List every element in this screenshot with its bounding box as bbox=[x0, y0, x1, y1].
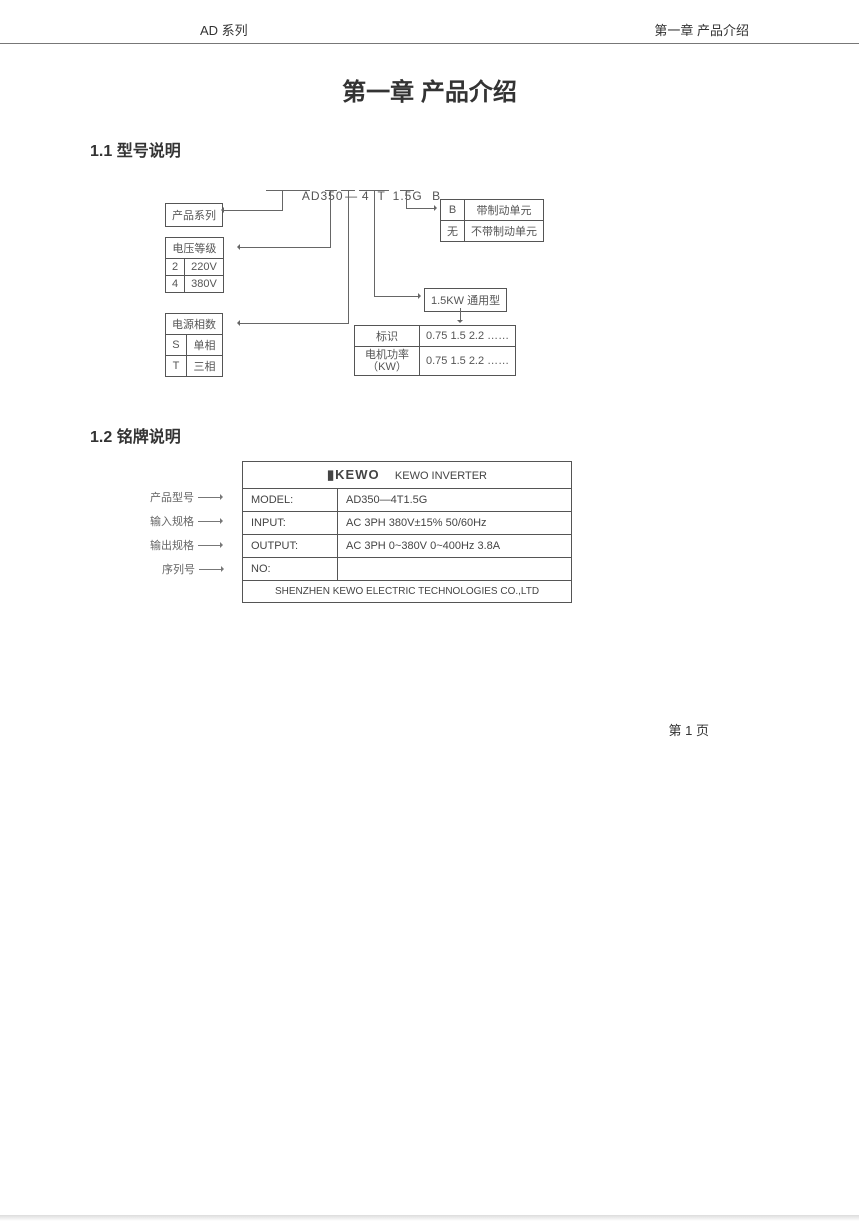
usage-hline bbox=[374, 296, 420, 297]
np-label-output: 输出规格 bbox=[150, 537, 194, 553]
np-company: SHENZHEN KEWO ELECTRIC TECHNOLOGIES CO.,… bbox=[243, 581, 572, 603]
np-input-v: AC 3PH 380V±15% 50/60Hz bbox=[338, 512, 572, 535]
volt-code-4: 4 bbox=[166, 276, 185, 293]
mark-values: 0.75 1.5 2.2 …… bbox=[420, 326, 516, 347]
np-output-l: OUTPUT: bbox=[243, 535, 338, 558]
brake-desc-b: 带制动单元 bbox=[465, 200, 544, 221]
phase-single: 单相 bbox=[186, 335, 222, 356]
np-label-model: 产品型号 bbox=[150, 489, 194, 505]
np-model-v: AD350—4T1.5G bbox=[338, 489, 572, 512]
motor-power-label: 电机功率（KW） bbox=[355, 347, 420, 376]
brake-hline bbox=[406, 208, 436, 209]
arrow-icon bbox=[198, 545, 222, 546]
np-output-v: AC 3PH 0~380V 0~400Hz 3.8A bbox=[338, 535, 572, 558]
brake-desc-none: 不带制动单元 bbox=[465, 221, 544, 242]
volt-hline bbox=[238, 247, 330, 248]
nameplate-table: ▮KEWO KEWO INVERTER MODEL:AD350—4T1.5G I… bbox=[242, 461, 572, 603]
np-no-l: NO: bbox=[243, 558, 338, 581]
code-phase: T bbox=[373, 189, 391, 203]
phase-code-s: S bbox=[166, 335, 187, 356]
phase-hline bbox=[238, 323, 348, 324]
phase-vline bbox=[348, 190, 349, 324]
phase-three: 三相 bbox=[186, 356, 222, 377]
np-label-input: 输入规格 bbox=[150, 513, 194, 529]
chapter-title: 第一章 产品介绍 bbox=[90, 72, 769, 107]
series-vline bbox=[282, 190, 283, 211]
mark-label: 标识 bbox=[355, 326, 420, 347]
section-1-title: 1.1 型号说明 bbox=[90, 137, 769, 161]
volt-vline bbox=[330, 190, 331, 248]
header-left: AD 系列 bbox=[200, 20, 248, 39]
code-series: AD350 bbox=[301, 189, 345, 203]
series-line bbox=[222, 210, 282, 211]
brand-subtitle: KEWO INVERTER bbox=[395, 470, 487, 482]
page-number: 第 1 页 bbox=[669, 720, 709, 739]
usage-box: 1.5KW 通用型 bbox=[424, 288, 507, 312]
code-volt: 4 bbox=[359, 189, 373, 203]
code-power: 1.5G bbox=[391, 189, 425, 203]
volt-code-2: 2 bbox=[166, 259, 185, 276]
brake-table: B带制动单元 无不带制动单元 bbox=[440, 199, 544, 242]
brake-code-none: 无 bbox=[441, 221, 465, 242]
nameplate-diagram: 产品型号 输入规格 输出规格 序列号 ▮KEWO KEWO INVERTER M… bbox=[150, 461, 590, 603]
arrow-icon bbox=[198, 497, 222, 498]
voltage-table: 电压等级 2220V 4380V bbox=[165, 237, 224, 293]
arrow-icon bbox=[199, 569, 223, 570]
brake-code-b: B bbox=[441, 200, 465, 221]
series-box: 产品系列 bbox=[165, 203, 223, 227]
volt-380: 380V bbox=[185, 276, 224, 293]
power-dline bbox=[460, 308, 461, 322]
np-model-l: MODEL: bbox=[243, 489, 338, 512]
np-no-v bbox=[338, 558, 572, 581]
brand-logo: ▮KEWO bbox=[327, 467, 380, 482]
section-2-title: 1.2 铭牌说明 bbox=[90, 423, 769, 447]
phase-code-t: T bbox=[166, 356, 187, 377]
arrow-icon bbox=[198, 521, 222, 522]
volt-220: 220V bbox=[185, 259, 224, 276]
brake-vline bbox=[406, 190, 407, 208]
code-sep: — bbox=[345, 189, 359, 203]
header-right: 第一章 产品介绍 bbox=[654, 20, 749, 39]
usage-vline bbox=[374, 190, 375, 296]
np-input-l: INPUT: bbox=[243, 512, 338, 535]
phase-table: 电源相数 S单相 T三相 bbox=[165, 313, 223, 377]
voltage-header: 电压等级 bbox=[166, 238, 224, 259]
model-code-diagram: AD350—4T1.5GB 产品系列 B带制动单元 无不带制动单元 电压等级 2… bbox=[160, 175, 640, 405]
power-table: 标识0.75 1.5 2.2 …… 电机功率（KW）0.75 1.5 2.2 …… bbox=[354, 325, 516, 376]
np-label-serial: 序列号 bbox=[162, 561, 195, 577]
motor-power-values: 0.75 1.5 2.2 …… bbox=[420, 347, 516, 376]
phase-header: 电源相数 bbox=[166, 314, 223, 335]
page-header: AD 系列 第一章 产品介绍 bbox=[0, 20, 859, 44]
model-code: AD350—4T1.5GB bbox=[266, 175, 449, 217]
